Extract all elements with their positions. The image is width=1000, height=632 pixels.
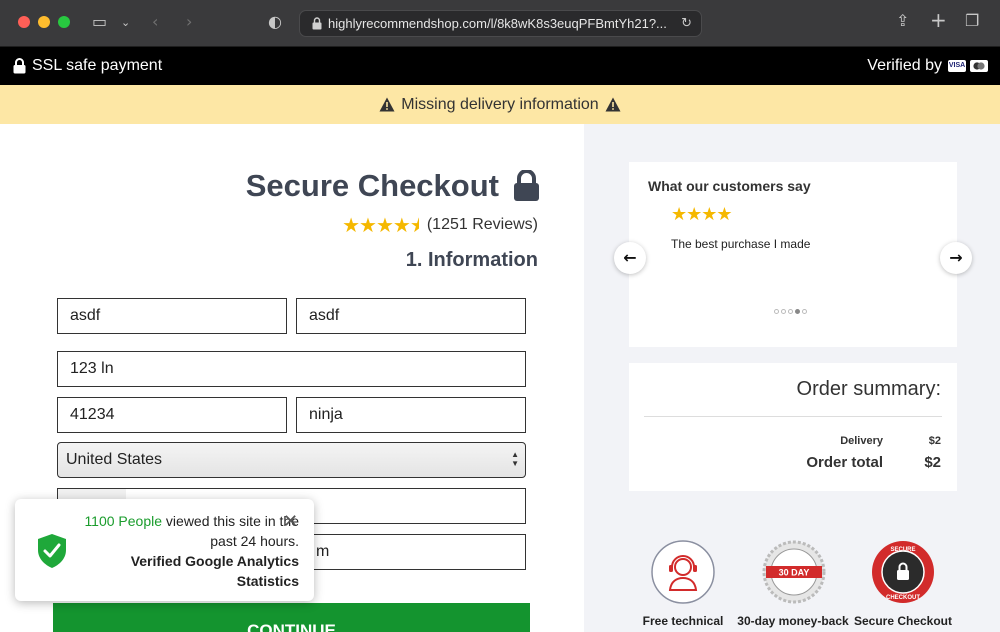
secure-checkout-seal-icon: SECURE CHECKOUT xyxy=(872,541,934,603)
city-input[interactable]: ninja xyxy=(296,397,526,433)
secure-checkout-label: Secure Checkout xyxy=(853,614,953,628)
order-summary: Order summary: Delivery $2 Order total $… xyxy=(629,363,957,491)
popup-line-4: Statistics xyxy=(236,573,299,589)
ssl-text: SSL safe payment xyxy=(32,57,163,74)
delivery-label: Delivery xyxy=(840,435,883,447)
delivery-value: $2 xyxy=(928,435,941,447)
popup-message: 1100 People viewed this site in the past… xyxy=(73,511,299,591)
carousel-dots[interactable] xyxy=(774,309,807,314)
summary-title: Order summary: xyxy=(796,378,941,400)
maximize-window-button[interactable] xyxy=(58,16,70,28)
popup-line-2: past 24 hours. xyxy=(210,533,299,549)
title-text: Secure Checkout xyxy=(245,168,499,203)
total-row: Order total $2 xyxy=(806,454,941,471)
warning-icon xyxy=(379,97,395,112)
lock-icon xyxy=(312,17,322,30)
minimize-window-button[interactable] xyxy=(38,16,50,28)
carousel-dot[interactable] xyxy=(788,309,793,314)
first-name-input[interactable]: asdf xyxy=(57,298,287,334)
sidebar-toggle-icon[interactable]: ▭ xyxy=(92,14,107,30)
carousel-prev-button[interactable]: ← xyxy=(614,242,646,274)
zip-input[interactable]: 41234 xyxy=(57,397,287,433)
seal-top-text: SECURE xyxy=(890,547,915,553)
chevron-down-icon[interactable]: ⌄ xyxy=(121,15,130,31)
star-rating-icon: ★★★★★ xyxy=(342,213,419,237)
money-back-label: 30-day money-back xyxy=(737,614,849,628)
address-bar[interactable]: highlyrecommendshop.com/l/8k8wK8s3euqPFB… xyxy=(299,10,702,37)
people-count: 1100 People xyxy=(84,513,163,529)
trust-bar: SSL safe payment Verified by VISA xyxy=(0,47,1000,85)
star-rating-icon: ★★★★ xyxy=(671,204,733,225)
money-back-guarantee-icon: 30 DAY xyxy=(762,540,826,604)
testimonial-title: What our customers say xyxy=(648,178,811,194)
testimonial-card: What our customers say ★★★★ The best pur… xyxy=(629,162,957,347)
new-tab-icon[interactable]: + xyxy=(930,10,947,30)
back-icon[interactable]: ‹ xyxy=(152,14,158,30)
page-title: Secure Checkout xyxy=(200,168,540,204)
popup-line-1: viewed this site in the xyxy=(162,513,299,529)
browser-toolbar: ▭ ⌄ ‹ › ◐ highlyrecommendshop.com/l/8k8w… xyxy=(0,0,1000,47)
warning-banner: Missing delivery information xyxy=(0,85,1000,124)
testimonial-text: The best purchase I made xyxy=(671,237,811,251)
support-label: Free technical xyxy=(642,614,724,628)
mastercard-icon xyxy=(970,60,988,72)
forward-icon[interactable]: › xyxy=(186,14,192,30)
total-label: Order total xyxy=(806,454,883,471)
last-name-input[interactable]: asdf xyxy=(296,298,526,334)
section-title: 1. Information xyxy=(405,249,538,271)
carousel-dot[interactable] xyxy=(802,309,807,314)
verified-text: Verified by xyxy=(867,57,942,74)
carousel-dot[interactable] xyxy=(781,309,786,314)
carousel-dot[interactable] xyxy=(795,309,800,314)
address-input[interactable]: 123 ln xyxy=(57,351,526,387)
url-text: highlyrecommendshop.com/l/8k8wK8s3euqPFB… xyxy=(328,16,667,31)
carousel-next-button[interactable]: → xyxy=(940,242,972,274)
delivery-row: Delivery $2 xyxy=(840,435,941,447)
country-value: United States xyxy=(66,451,163,468)
seal-bottom-text: CHECKOUT xyxy=(886,595,920,601)
popup-line-3: Verified Google Analytics xyxy=(130,553,299,569)
close-window-button[interactable] xyxy=(18,16,30,28)
money-back-ribbon-text: 30 DAY xyxy=(779,568,810,578)
verified-shield-icon xyxy=(38,534,66,568)
padlock-icon xyxy=(514,170,539,201)
padlock-icon xyxy=(13,58,26,74)
continue-button[interactable]: CONTINUE xyxy=(53,603,530,632)
visa-icon: VISA xyxy=(948,60,966,72)
tab-overview-icon[interactable]: ❐ xyxy=(965,13,979,29)
verified-by: Verified by VISA xyxy=(867,57,988,75)
support-headset-icon xyxy=(651,540,715,604)
reviews-count: (1251 Reviews) xyxy=(426,216,538,233)
ssl-badge: SSL safe payment xyxy=(13,57,162,75)
warning-icon xyxy=(605,97,621,112)
warning-text: Missing delivery information xyxy=(401,95,599,113)
divider xyxy=(644,416,942,417)
social-proof-popup: 1100 People viewed this site in the past… xyxy=(15,499,314,601)
close-icon[interactable]: ✕ xyxy=(283,511,298,532)
select-arrows-icon: ▲ ▼ xyxy=(511,450,519,468)
country-select[interactable]: United States ▲ ▼ xyxy=(57,442,526,478)
carousel-dot[interactable] xyxy=(774,309,779,314)
total-value: $2 xyxy=(924,454,941,471)
rating: ★★★★★ (1251 Reviews) xyxy=(300,213,538,237)
reload-icon[interactable]: ↻ xyxy=(681,16,692,31)
privacy-shield-icon[interactable]: ◐ xyxy=(268,14,282,30)
share-icon[interactable]: ⇪ xyxy=(896,13,909,29)
